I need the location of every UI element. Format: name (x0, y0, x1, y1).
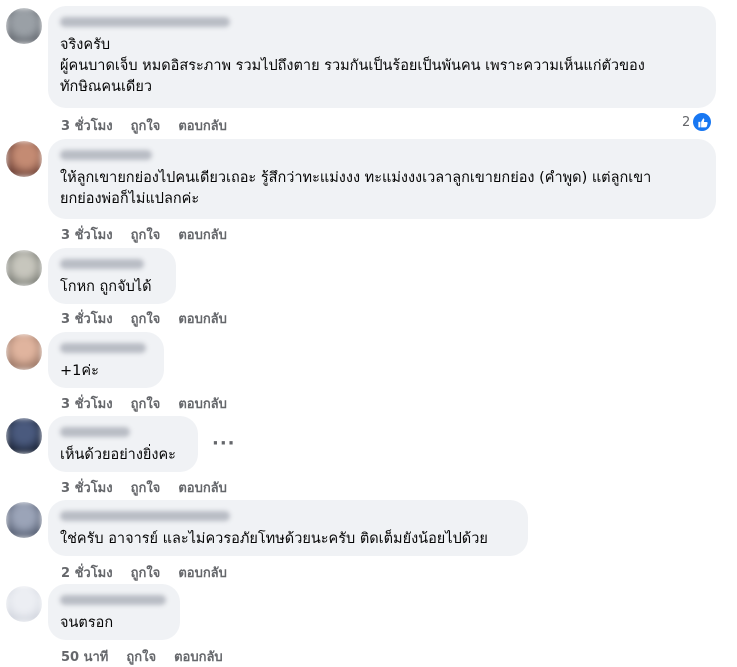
avatar[interactable] (6, 502, 42, 538)
timestamp[interactable]: 2 ชั่วโมง (61, 562, 113, 583)
like-button[interactable]: ถูกใจ (131, 393, 161, 414)
avatar[interactable] (6, 8, 42, 44)
reaction-count: 2 (682, 114, 691, 130)
comment-text: ใช่ครับ อาจารย์ และไม่ควรอภัยโทษด้วยนะคร… (60, 531, 488, 547)
timestamp[interactable]: 3 ชั่วโมง (61, 477, 113, 498)
comment-text: +1ค่ะ (60, 363, 99, 379)
comment-text: จนตรอก (60, 615, 114, 631)
comment-bubble: ใช่ครับ อาจารย์ และไม่ควรอภัยโทษด้วยนะคร… (48, 500, 528, 556)
author-name-blurred[interactable] (60, 595, 166, 605)
author-name-blurred[interactable] (60, 343, 146, 353)
reaction-summary[interactable]: 2 (682, 112, 713, 132)
like-button[interactable]: ถูกใจ (131, 308, 161, 329)
like-button[interactable]: ถูกใจ (131, 477, 161, 498)
comment-actions: 3 ชั่วโมง ถูกใจ ตอบกลับ (61, 224, 227, 245)
comment-text: โกหก ถูกจับได้ (60, 279, 152, 295)
reply-button[interactable]: ตอบกลับ (178, 224, 227, 245)
comment-text: ให้ลูกเขายกย่องไปคนเดียวเถอะ รู้สึกว่าทะ… (60, 170, 652, 207)
comment-actions: 3 ชั่วโมง ถูกใจ ตอบกลับ (61, 115, 227, 136)
avatar[interactable] (6, 586, 42, 622)
reply-button[interactable]: ตอบกลับ (178, 393, 227, 414)
timestamp[interactable]: 3 ชั่วโมง (61, 224, 113, 245)
comment-text: จริงครับ ผู้คนบาดเจ็บ หมดอิสระภาพ รวมไปถ… (60, 37, 645, 95)
comment-actions: 3 ชั่วโมง ถูกใจ ตอบกลับ (61, 477, 227, 498)
timestamp[interactable]: 3 ชั่วโมง (61, 308, 113, 329)
avatar[interactable] (6, 334, 42, 370)
reply-button[interactable]: ตอบกลับ (178, 562, 227, 583)
comment-bubble: ให้ลูกเขายกย่องไปคนเดียวเถอะ รู้สึกว่าทะ… (48, 139, 716, 219)
avatar[interactable] (6, 418, 42, 454)
timestamp[interactable]: 3 ชั่วโมง (61, 115, 113, 136)
reply-button[interactable]: ตอบกลับ (178, 477, 227, 498)
author-name-blurred[interactable] (60, 427, 130, 437)
like-button[interactable]: ถูกใจ (131, 115, 161, 136)
author-name-blurred[interactable] (60, 17, 230, 27)
reply-button[interactable]: ตอบกลับ (178, 308, 227, 329)
comment-bubble: +1ค่ะ (48, 332, 164, 388)
avatar[interactable] (6, 250, 42, 286)
thumbs-up-icon (692, 112, 713, 132)
comment-bubble: จริงครับ ผู้คนบาดเจ็บ หมดอิสระภาพ รวมไปถ… (48, 6, 716, 108)
author-name-blurred[interactable] (60, 150, 152, 160)
author-name-blurred[interactable] (60, 511, 230, 521)
like-button[interactable]: ถูกใจ (131, 224, 161, 245)
comment-actions: 3 ชั่วโมง ถูกใจ ตอบกลับ (61, 308, 227, 329)
comment-bubble: จนตรอก (48, 584, 180, 640)
timestamp[interactable]: 3 ชั่วโมง (61, 393, 113, 414)
more-options-icon[interactable]: ··· (212, 433, 236, 454)
author-name-blurred[interactable] (60, 259, 144, 269)
comment-actions: 3 ชั่วโมง ถูกใจ ตอบกลับ (61, 393, 227, 414)
avatar[interactable] (6, 141, 42, 177)
comment-bubble: เห็นด้วยอย่างยิ่งคะ (48, 416, 198, 472)
comment-bubble: โกหก ถูกจับได้ (48, 248, 176, 304)
comment-text: เห็นด้วยอย่างยิ่งคะ (60, 447, 176, 463)
reply-button[interactable]: ตอบกลับ (178, 115, 227, 136)
like-button[interactable]: ถูกใจ (131, 562, 161, 583)
comment-actions: 2 ชั่วโมง ถูกใจ ตอบกลับ (61, 562, 227, 583)
